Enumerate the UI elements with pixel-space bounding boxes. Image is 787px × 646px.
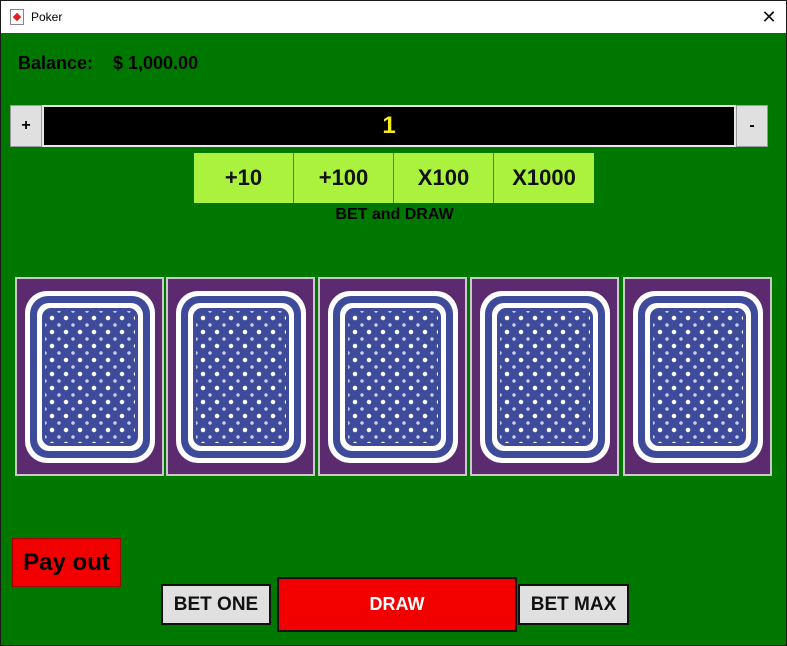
quick-bet-buttons: +10 +100 X100 X1000	[194, 153, 594, 203]
close-icon[interactable]: ✕	[752, 1, 786, 33]
bet-max-button[interactable]: BET MAX	[518, 584, 629, 625]
card-back-4[interactable]	[470, 277, 619, 476]
times-1000-button[interactable]: X1000	[494, 153, 594, 203]
balance-label: Balance:	[18, 53, 94, 73]
balance-value: $ 1,000.00	[113, 53, 199, 73]
card-row	[15, 277, 772, 476]
draw-button[interactable]: DRAW	[277, 577, 517, 632]
title-bar: Poker ✕	[1, 1, 786, 33]
bet-one-button[interactable]: BET ONE	[161, 584, 271, 625]
card-back-5[interactable]	[623, 277, 772, 476]
window-title: Poker	[31, 10, 63, 24]
add-10-button[interactable]: +10	[194, 153, 294, 203]
pay-out-button[interactable]: Pay out	[12, 538, 121, 587]
add-100-button[interactable]: +100	[294, 153, 394, 203]
bet-and-draw-label: BET and DRAW	[335, 206, 454, 223]
poker-window: Poker ✕ Balance: $ 1,000.00 + 1 - +10 +1…	[0, 0, 787, 646]
bet-amount-field[interactable]: 1	[42, 105, 736, 147]
times-100-button[interactable]: X100	[394, 153, 494, 203]
card-back-2[interactable]	[166, 277, 315, 476]
increase-bet-button[interactable]: +	[10, 105, 42, 147]
card-back-3[interactable]	[318, 277, 467, 476]
decrease-bet-button[interactable]: -	[736, 105, 768, 147]
card-back-1[interactable]	[15, 277, 164, 476]
playing-card-icon	[10, 9, 24, 25]
